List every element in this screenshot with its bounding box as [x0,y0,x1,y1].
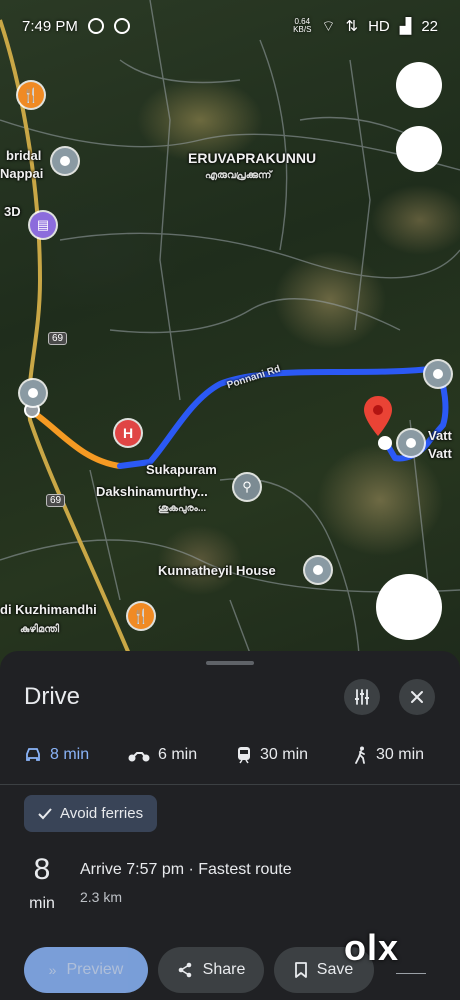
divider [0,784,460,785]
whatsapp-icon [113,18,130,34]
map-label-bridal: bridal [6,148,42,163]
place-pin-icon[interactable] [305,557,331,583]
destination-marker-icon[interactable] [364,396,392,436]
close-icon [411,691,423,703]
place-pin-icon[interactable] [398,430,424,456]
volte-icon: ⇅ [345,18,359,35]
preview-button[interactable]: » Preview [24,947,148,993]
avoid-ferries-chip[interactable]: Avoid ferries [24,795,158,832]
destination-dot [378,436,392,450]
place-pin-icon[interactable] [425,361,451,387]
bookmark-icon [294,962,307,978]
sheet-title: Drive [24,683,81,710]
recenter-button[interactable] [376,574,442,640]
map-label-kuzhimandhi-local: കുഴിമന്തി [20,624,60,635]
olx-watermark: olx [344,927,400,968]
wifi-icon: ⌔ [321,17,336,35]
travel-mode-tabs: 8 min 6 min 30 min 30 min [0,735,460,775]
double-chevron-icon: » [48,962,57,978]
walk-icon [355,746,365,764]
route-distance: 2.3 km [80,889,123,905]
shopping-icon[interactable]: ▤ [30,212,56,238]
share-button[interactable]: Share [158,947,264,993]
route-duration-unit: min [29,895,55,912]
route-arrival-text: Arrive 7:57 pm · Fastest route [80,861,292,878]
tab-transit[interactable]: 30 min [236,735,308,775]
start-pin-icon[interactable] [20,380,46,406]
layers-button[interactable] [396,62,442,108]
tab-walk-label: 30 min [376,746,425,763]
map-label-eruvaprakunnu: ERUVAPRAKUNNU [188,150,317,166]
map-label-vatta: Vatt [428,428,452,443]
route-duration-number: 8 [33,853,51,886]
network-type: HD [368,17,390,35]
bicycle-icon[interactable]: ⚲ [234,474,260,500]
compass-button[interactable] [396,126,442,172]
share-label: Share [202,961,246,978]
place-pin-icon[interactable] [52,148,78,174]
restaurant-icon[interactable]: 🍴 [128,603,154,629]
motorbike-icon [128,752,150,762]
tab-motorbike-label: 6 min [158,746,198,763]
status-bar: 7:49 PM 0.64 KB/S ⌔ ⇅ HD ▟ 22 [0,0,460,52]
signal-icon: ▟ [399,18,412,35]
map-label-eruvaprakunnu-local: എരുവപ്രക്കുന്ന് [205,170,272,181]
map-label-vatta-2: Vatt [428,446,452,461]
map-label-bridal-2: Nappai [0,166,44,181]
map-label-sukapuram-2: Dakshinamurthy... [96,484,208,499]
tab-motorbike[interactable]: 6 min [128,735,197,775]
map-label-sukapuram: Sukapuram [146,462,217,477]
watermark-rule [396,973,426,974]
close-button[interactable] [399,679,435,715]
train-icon [238,747,250,764]
status-time: 7:49 PM [22,17,78,35]
map-label-kuzhimandhi: di Kuzhimandhi [0,602,97,617]
net-speed: 0.64 KB/S [293,18,311,34]
tab-walk[interactable]: 30 min [354,735,424,775]
battery-level: 22 [421,17,438,35]
avoid-ferries-label: Avoid ferries [60,805,144,822]
tab-drive[interactable]: 8 min [24,735,89,775]
car-icon [26,748,40,761]
check-icon [38,807,52,819]
tune-icon [355,689,369,705]
hospital-icon[interactable]: H [115,420,141,446]
tab-transit-label: 30 min [260,746,309,763]
map-label-3d: 3D [4,204,21,219]
road-number-69: 69 [48,332,68,345]
road-number-69-b: 69 [46,494,66,507]
directions-sheet: Drive 8 min 6 min 30 min 30 min Avoid fe… [0,651,460,1000]
map-label-kunnatheyil: Kunnatheyil House [158,563,276,578]
message-icon [87,18,104,34]
net-speed-unit: KB/S [293,25,312,34]
map-view[interactable]: ERUVAPRAKUNNU എരുവപ്രക്കുന്ന് bridal Nap… [0,0,460,680]
route-options-button[interactable] [344,679,380,715]
tab-drive-label: 8 min [50,746,90,763]
restaurant-icon[interactable]: 🍴 [18,82,44,108]
preview-label: Preview [66,961,124,978]
drag-handle[interactable] [206,661,254,665]
share-icon [178,962,191,978]
map-label-sukapuram-local: ശുകപുരം... [158,503,207,514]
